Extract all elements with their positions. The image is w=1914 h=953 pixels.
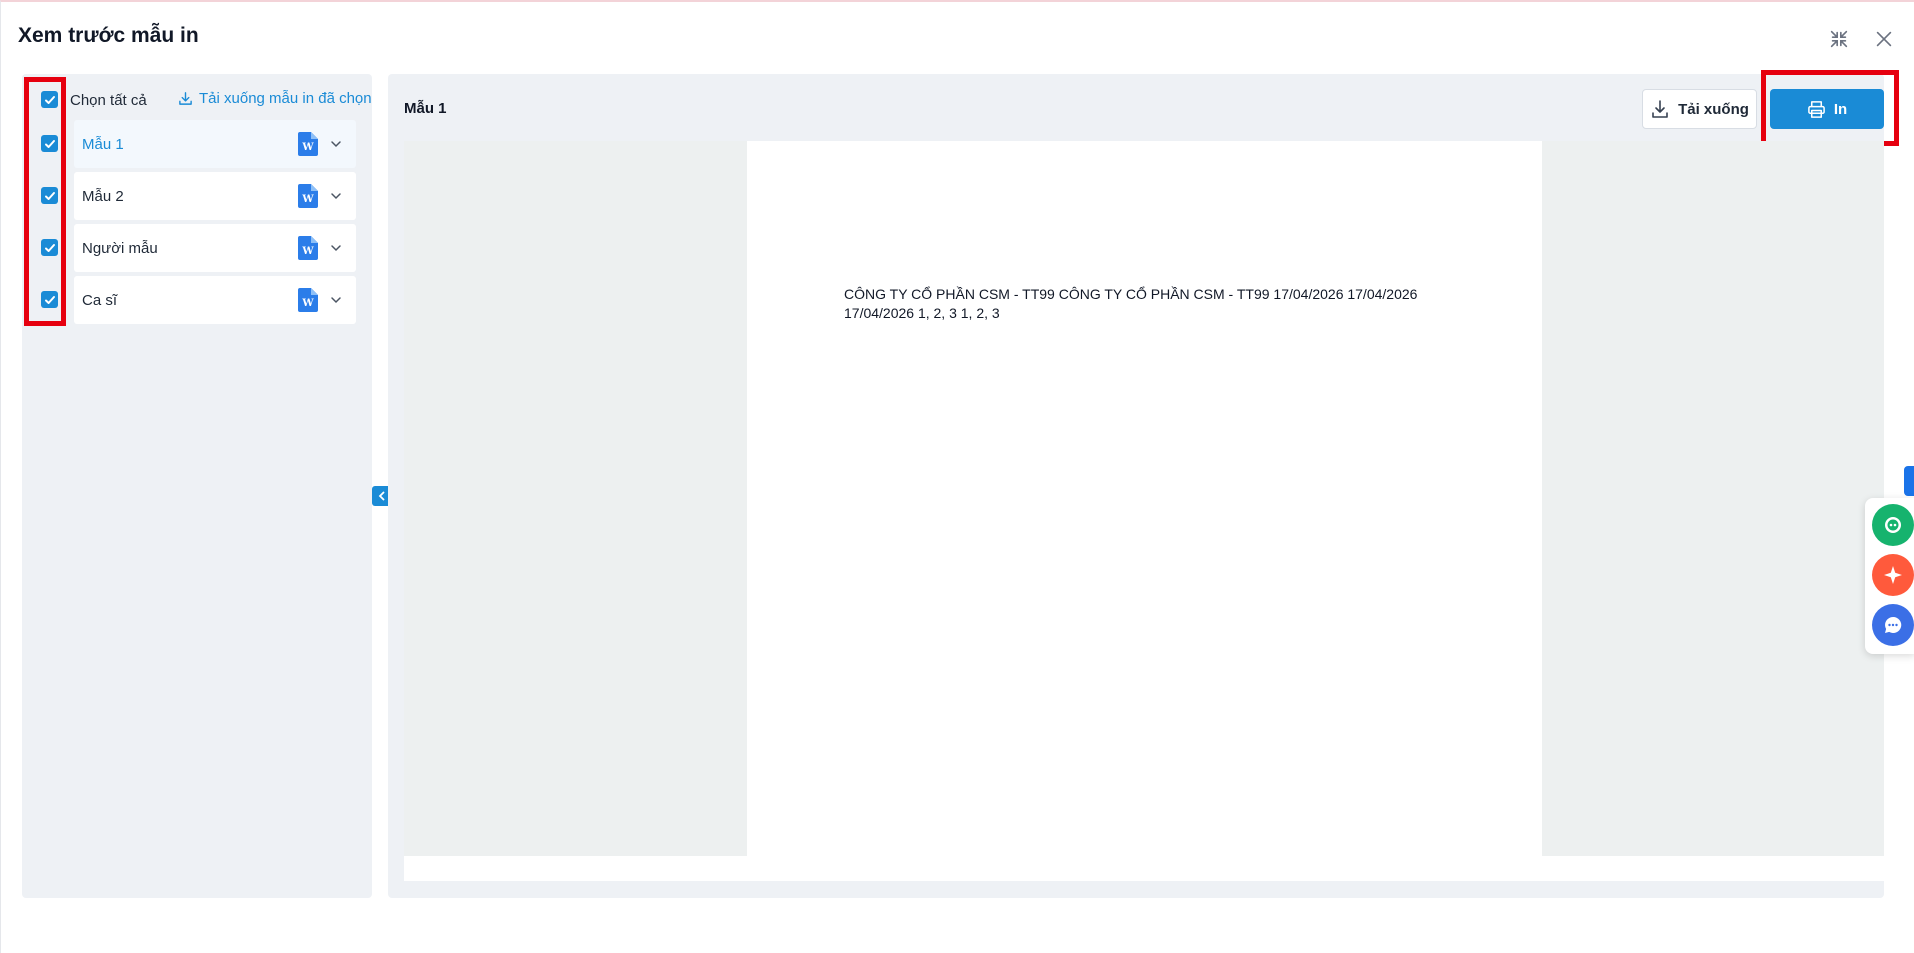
document-text: CÔNG TY CỔ PHẦN CSM - TT99 CÔNG TY CỔ PH… <box>844 286 1418 321</box>
close-icon <box>1876 31 1892 47</box>
document-page <box>747 141 1542 856</box>
chevron-down-icon[interactable] <box>328 240 344 256</box>
collapse-arrows-icon <box>1830 30 1848 48</box>
preview-title: Mẫu 1 <box>404 100 447 117</box>
svg-text:W: W <box>301 194 314 205</box>
check-icon <box>44 95 55 104</box>
minimize-button[interactable] <box>1826 26 1852 52</box>
item-checkbox-3[interactable] <box>41 239 58 256</box>
svg-text:W: W <box>301 246 314 257</box>
item-checkbox-2[interactable] <box>41 187 58 204</box>
item-checkbox-4[interactable] <box>41 291 58 308</box>
check-icon <box>44 243 55 252</box>
chevron-down-icon[interactable] <box>328 136 344 152</box>
download-button[interactable]: Tải xuống <box>1642 89 1757 129</box>
download-selected-link[interactable]: Tải xuống mẫu in đã chọn <box>178 90 372 107</box>
word-file-icon: W <box>298 288 318 312</box>
template-item-1[interactable]: Mẫu 1 W <box>74 120 356 168</box>
template-item-2[interactable]: Mẫu 2 W <box>74 172 356 220</box>
ai-assistant-button[interactable] <box>1872 554 1914 596</box>
template-item-label: Mẫu 1 <box>82 135 124 153</box>
word-file-icon: W <box>298 184 318 208</box>
print-button[interactable]: In <box>1770 89 1884 129</box>
select-all-checkbox[interactable] <box>41 91 58 108</box>
template-item-label: Ca sĩ <box>82 291 118 309</box>
print-button-label: In <box>1833 100 1848 118</box>
check-icon <box>44 191 55 200</box>
select-all-label: Chọn tất cả <box>70 92 147 109</box>
download-button-label: Tải xuống <box>1678 100 1749 118</box>
sparkle-icon <box>1884 566 1902 584</box>
download-selected-label: Tải xuống mẫu in đã chọn <box>199 90 372 107</box>
check-icon <box>44 139 55 148</box>
bot-icon <box>1885 517 1901 533</box>
dialog-title: Xem trước mẫu in <box>18 24 199 47</box>
word-file-icon: W <box>298 132 318 156</box>
svg-text:W: W <box>301 298 314 309</box>
template-item-4[interactable]: Ca sĩ W <box>74 276 356 324</box>
download-icon <box>179 92 192 105</box>
chevron-left-icon <box>378 491 385 501</box>
download-icon <box>1652 100 1668 118</box>
chevron-down-icon[interactable] <box>328 292 344 308</box>
check-icon <box>44 295 55 304</box>
chevron-down-icon[interactable] <box>328 188 344 204</box>
chat-bubble-icon <box>1885 616 1902 633</box>
close-button[interactable] <box>1871 26 1897 52</box>
template-item-label: Mẫu 2 <box>82 187 124 205</box>
template-item-label: Người mẫu <box>82 239 158 257</box>
svg-text:W: W <box>301 142 314 153</box>
chat-button[interactable] <box>1872 604 1914 646</box>
template-item-3[interactable]: Người mẫu W <box>74 224 356 272</box>
edge-expand-tab[interactable] <box>1904 466 1914 496</box>
chatbot-button[interactable] <box>1872 504 1914 546</box>
print-preview-dialog: Xem trước mẫu in Chọn tất cả Tải xuống m… <box>0 0 1914 953</box>
item-checkbox-1[interactable] <box>41 135 58 152</box>
word-file-icon: W <box>298 236 318 260</box>
printer-icon <box>1807 100 1825 118</box>
